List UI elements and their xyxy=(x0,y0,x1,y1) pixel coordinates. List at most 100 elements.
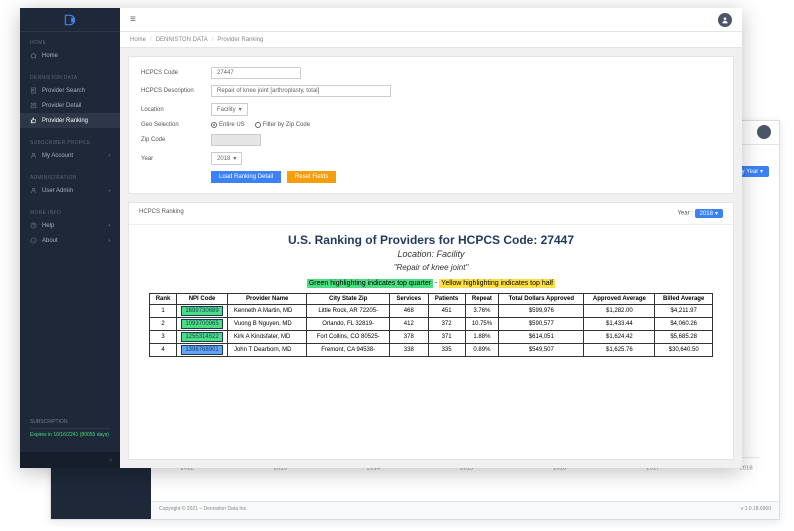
table-cell: Fremont, CA 94538- xyxy=(307,344,390,357)
sidebar-item-label: About xyxy=(42,238,58,244)
ranking-location: Location: Facility xyxy=(149,249,713,259)
table-cell: 2 xyxy=(150,318,177,331)
sidebar-item-label: Provider Detail xyxy=(42,103,81,109)
sidebar-item-label: User Admin xyxy=(42,188,73,194)
table-cell: 371 xyxy=(428,331,465,344)
geo-radio-zip[interactable]: Filter by Zip Code xyxy=(255,122,310,128)
bg-copyright: Copyright © 2021 – Denniston Data Inc. xyxy=(159,506,247,515)
table-cell: 1 xyxy=(150,305,177,318)
table-cell: 468 xyxy=(389,305,428,318)
logo[interactable] xyxy=(20,8,120,32)
ranking-title: U.S. Ranking of Providers for HCPCS Code… xyxy=(149,233,713,247)
info-icon xyxy=(30,237,37,244)
table-header-cell: Rank xyxy=(150,294,177,305)
highlight-legend: Green highlighting indicates top quarter… xyxy=(149,280,713,287)
npi-link[interactable]: 1396768901 xyxy=(181,345,222,355)
table-cell: Little Rock, AR 72205- xyxy=(307,305,390,318)
ranking-year-selector: Year : 2018 ▾ xyxy=(677,209,723,218)
table-cell: Orlando, FL 32819- xyxy=(307,318,390,331)
table-cell: 1093700965 xyxy=(177,318,228,331)
table-cell: 3 xyxy=(150,331,177,344)
geo-label: Geo Selection xyxy=(141,122,211,128)
sidebar-item-label: Provider Ranking xyxy=(42,118,88,124)
breadcrumb-item: Provider Ranking xyxy=(217,37,263,43)
chevron-right-icon: › xyxy=(108,188,110,194)
table-cell: $4,211.97 xyxy=(655,305,713,318)
hcpcs-code-input[interactable]: 27447 xyxy=(211,67,301,79)
npi-link[interactable]: 1255314522 xyxy=(181,332,222,342)
hcpcs-code-label: HCPCS Code xyxy=(141,70,211,76)
table-cell: 1699730689 xyxy=(177,305,228,318)
sidebar-item-about[interactable]: About › xyxy=(20,233,120,248)
table-cell: 1255314522 xyxy=(177,331,228,344)
table-cell: $4,060.26 xyxy=(655,318,713,331)
ranking-description: "Repair of knee joint" xyxy=(149,263,713,272)
table-cell: Kenneth A Martin, MD xyxy=(227,305,306,318)
sidebar-item-provider-detail[interactable]: Provider Detail xyxy=(20,98,120,113)
bg-avatar[interactable] xyxy=(757,125,771,139)
table-cell: Kirk A Kindsfater, MD xyxy=(227,331,306,344)
sidebar-subscription: SUBSCRIPTION Expires in 10/16/2241 (8005… xyxy=(30,419,110,438)
table-header-cell: Approved Average xyxy=(584,294,655,305)
table-cell: $590,577 xyxy=(499,318,584,331)
ranking-table: RankNPI CodeProvider NameCity State ZipS… xyxy=(149,293,713,357)
hcpcs-desc-input[interactable]: Repair of knee joint [arthroplasty, tota… xyxy=(211,85,391,97)
table-cell: $1,624.42 xyxy=(584,331,655,344)
sidebar-item-label: Provider Search xyxy=(42,88,85,94)
table-cell: $1,282.00 xyxy=(584,305,655,318)
zip-label: Zip Code xyxy=(141,137,211,143)
table-cell: 10.75% xyxy=(465,318,499,331)
table-row: 41396768901John T Dearborn, MDFremont, C… xyxy=(150,344,713,357)
bg-footer: Copyright © 2021 – Denniston Data Inc. v… xyxy=(151,501,779,519)
sidebar-item-label: Home xyxy=(42,53,58,59)
breadcrumb-item[interactable]: DENNISTON DATA xyxy=(156,37,208,43)
sidebar-item-label: My Account xyxy=(42,153,73,159)
ranking-panel: HCPCS Ranking Year : 2018 ▾ U.S. Ranking… xyxy=(128,202,734,460)
sidebar-item-home[interactable]: Home xyxy=(20,48,120,63)
table-cell: 378 xyxy=(389,331,428,344)
table-cell: $1,433.44 xyxy=(584,318,655,331)
sidebar-item-user-admin[interactable]: User Admin › xyxy=(20,183,120,198)
hcpcs-desc-label: HCPCS Description xyxy=(141,88,211,94)
table-cell: 372 xyxy=(428,318,465,331)
chevron-right-icon: › xyxy=(108,238,110,244)
zip-input[interactable] xyxy=(211,134,261,146)
reset-fields-button[interactable]: Reset Fields xyxy=(287,171,336,183)
sidebar-item-my-account[interactable]: My Account› xyxy=(20,148,120,163)
year-dropdown[interactable]: 2018 ▾ xyxy=(211,152,242,165)
sidebar-collapse-button[interactable]: ‹ xyxy=(20,452,120,468)
breadcrumb-item[interactable]: Home xyxy=(130,37,146,43)
load-ranking-button[interactable]: Load Ranking Detail xyxy=(211,171,281,183)
table-cell: $5,685.28 xyxy=(655,331,713,344)
table-header-cell: City State Zip xyxy=(307,294,390,305)
table-cell: Vuong B Nguyen, MD xyxy=(227,318,306,331)
sidebar-item-label: Help xyxy=(42,223,54,229)
npi-link[interactable]: 1093700965 xyxy=(181,319,222,329)
table-cell: 338 xyxy=(389,344,428,357)
year-label: Year xyxy=(141,156,211,162)
nav-section-header: MORE INFO xyxy=(20,206,120,218)
content-area: ≡ Home / DENNISTON DATA / Provider Ranki… xyxy=(120,8,742,468)
npi-link[interactable]: 1699730689 xyxy=(181,306,222,316)
table-header-cell: Patients xyxy=(428,294,465,305)
bg-version: v 1.0.18.6960 xyxy=(741,506,771,515)
table-cell: 412 xyxy=(389,318,428,331)
topbar: ≡ xyxy=(120,8,742,32)
sidebar-item-help[interactable]: Help› xyxy=(20,218,120,233)
thumb-icon xyxy=(30,117,37,124)
sidebar: HOMEHomeDENNISTON DATAProvider SearchPro… xyxy=(20,8,120,468)
table-cell: $599,976 xyxy=(499,305,584,318)
table-header-cell: Repeat xyxy=(465,294,499,305)
table-cell: 3.76% xyxy=(465,305,499,318)
sidebar-item-provider-ranking[interactable]: Provider Ranking xyxy=(20,113,120,128)
location-label: Location xyxy=(141,107,211,113)
table-cell: $1,625.76 xyxy=(584,344,655,357)
ranking-year-dropdown[interactable]: 2018 ▾ xyxy=(695,209,723,218)
avatar[interactable] xyxy=(718,13,732,27)
home-icon xyxy=(30,52,37,59)
location-dropdown[interactable]: Facility ▾ xyxy=(211,103,248,116)
hamburger-icon[interactable]: ≡ xyxy=(130,14,136,25)
table-cell: Fort Collins, CO 80525- xyxy=(307,331,390,344)
geo-radio-entire-us[interactable]: Entire US xyxy=(211,122,245,128)
sidebar-item-provider-search[interactable]: Provider Search xyxy=(20,83,120,98)
